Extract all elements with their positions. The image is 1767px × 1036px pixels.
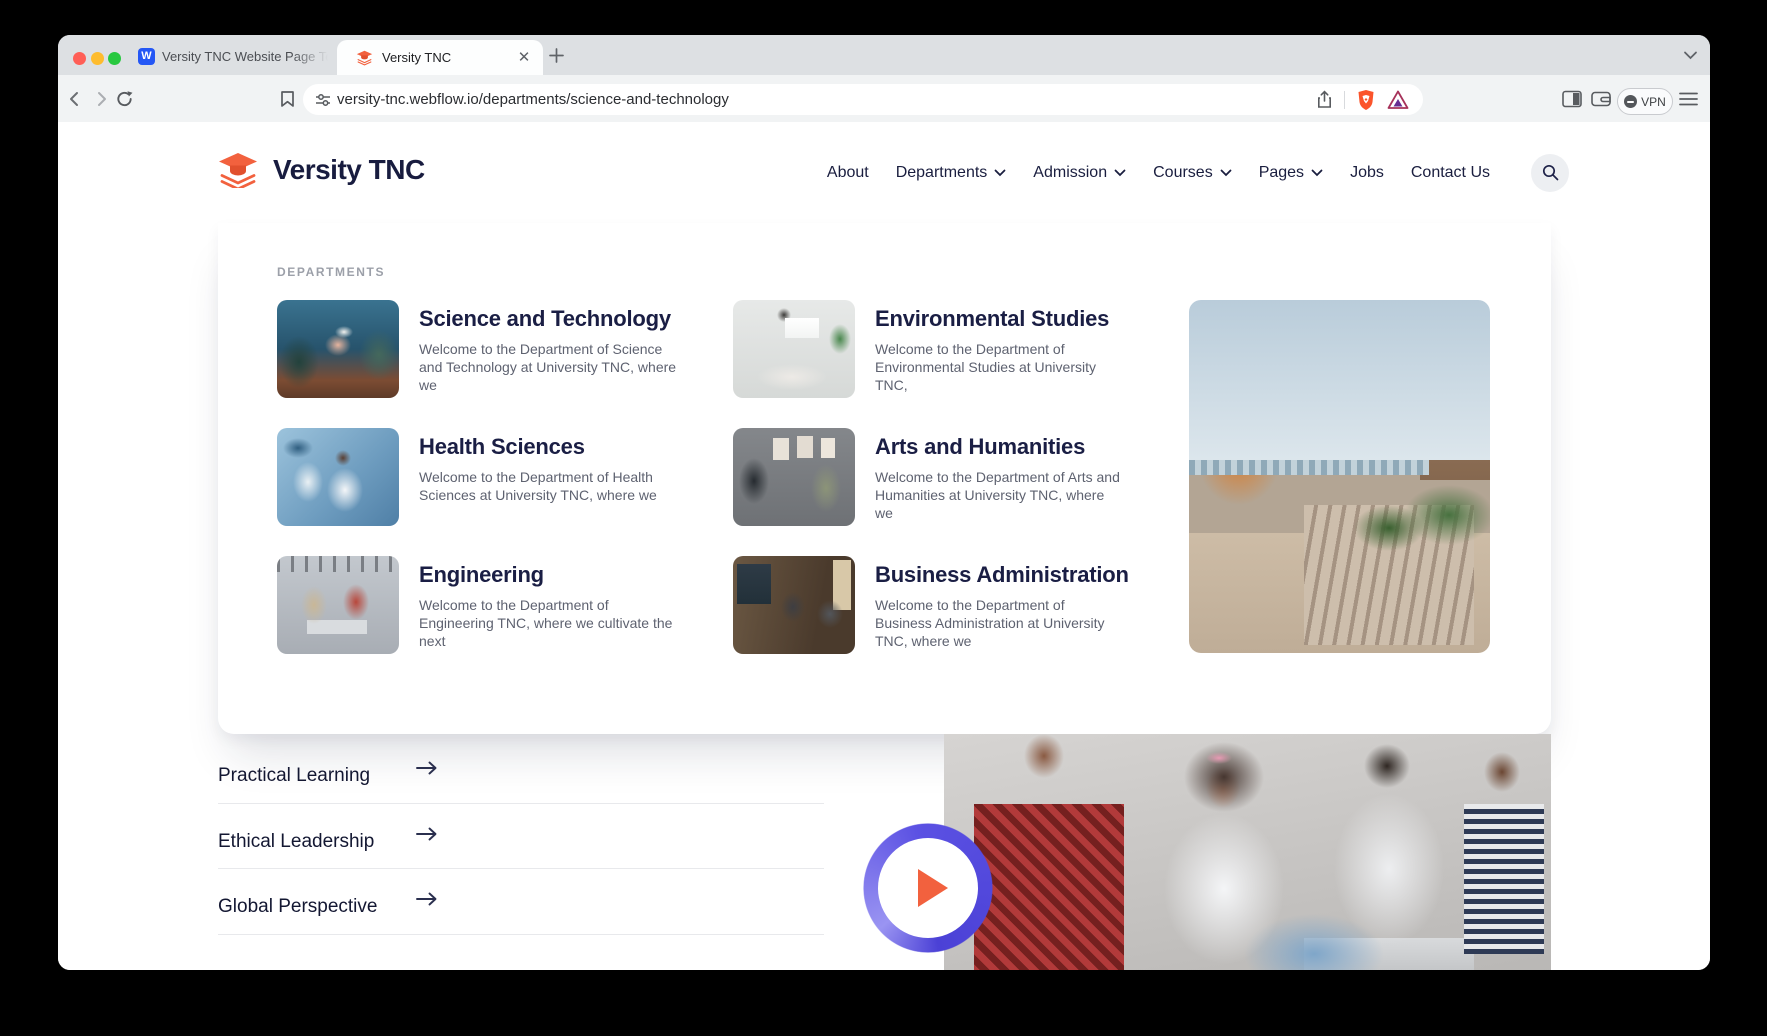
department-description: Welcome to the Department of Environment… (875, 340, 1123, 394)
dropdown-item-engineering[interactable]: Engineering Welcome to the Department of… (277, 556, 733, 654)
url-text[interactable]: versity-tnc.webflow.io/departments/scien… (337, 84, 729, 115)
macos-zoom-button[interactable] (108, 52, 121, 65)
menu-hamburger-icon[interactable] (1679, 91, 1698, 106)
nav-departments[interactable]: Departments (896, 164, 1007, 182)
nav-admission[interactable]: Admission (1033, 164, 1126, 182)
dropdown-item-science-and-technology[interactable]: Science and Technology Welcome to the De… (277, 300, 733, 398)
chevron-down-icon (994, 169, 1006, 177)
feature-row-global-perspective[interactable]: Global Perspective (218, 869, 824, 935)
toolbar-divider (1344, 91, 1345, 109)
reload-icon[interactable] (115, 89, 134, 108)
department-title: Arts and Humanities (875, 434, 1123, 460)
nav-pages[interactable]: Pages (1259, 164, 1323, 182)
site-header: Versity TNC About Departments Admission … (58, 122, 1710, 223)
main-nav: About Departments Admission Courses Page… (827, 122, 1490, 223)
search-button[interactable] (1531, 154, 1569, 192)
science-and-technology-thumbnail (277, 300, 399, 398)
bookmark-icon[interactable] (279, 89, 296, 108)
department-description: Welcome to the Department of Health Scie… (419, 468, 681, 504)
sidebar-toggle-icon[interactable] (1562, 90, 1582, 107)
department-title: Engineering (419, 562, 681, 588)
bat-icon[interactable] (1387, 90, 1409, 110)
health-sciences-thumbnail (277, 428, 399, 526)
arrow-right-icon (416, 892, 438, 906)
hero-video-image[interactable] (944, 734, 1551, 970)
arrow-right-icon (416, 827, 438, 841)
departments-grid: Science and Technology Welcome to the De… (277, 300, 1189, 654)
feature-row-ethical-leadership[interactable]: Ethical Leadership (218, 804, 824, 870)
features-list: Practical Learning Ethical Leadership Gl… (218, 738, 824, 970)
department-title: Health Sciences (419, 434, 681, 460)
search-icon (1542, 164, 1559, 181)
department-description: Welcome to the Department of Arts and Hu… (875, 468, 1123, 522)
feature-row-practical-learning[interactable]: Practical Learning (218, 738, 824, 804)
department-title: Environmental Studies (875, 306, 1123, 332)
nav-about[interactable]: About (827, 164, 869, 182)
browser-window: W Versity TNC Website Page Templ Versity… (58, 35, 1710, 970)
departments-dropdown-panel: DEPARTMENTS Science and Technology Welco… (218, 223, 1551, 734)
tab-title: Versity TNC Website Page Templ (162, 49, 328, 64)
macos-minimize-button[interactable] (91, 52, 104, 65)
business-administration-thumbnail (733, 556, 855, 654)
brand-name: Versity TNC (273, 154, 425, 186)
tab-close-icon[interactable]: ✕ (515, 49, 533, 67)
chevron-down-icon (1311, 169, 1323, 177)
browser-toolbar: versity-tnc.webflow.io/departments/scien… (58, 75, 1710, 122)
dropdown-item-arts-and-humanities[interactable]: Arts and Humanities Welcome to the Depar… (733, 428, 1189, 526)
tab-active[interactable]: Versity TNC ✕ (337, 40, 543, 75)
brave-shield-icon[interactable] (1356, 89, 1376, 111)
nav-courses[interactable]: Courses (1153, 164, 1232, 182)
tab-bar: W Versity TNC Website Page Templ Versity… (58, 35, 1710, 75)
vpn-badge[interactable]: VPN (1617, 88, 1673, 115)
arts-and-humanities-thumbnail (733, 428, 855, 526)
department-description: Welcome to the Department of Science and… (419, 340, 681, 394)
video-play-button[interactable] (878, 838, 978, 938)
webpage-viewport: Versity TNC About Departments Admission … (58, 122, 1710, 970)
vpn-label: VPN (1641, 95, 1666, 109)
department-title: Business Administration (875, 562, 1129, 588)
feature-row-innovation[interactable]: Innovation and Entrepreneurship (218, 935, 824, 971)
share-icon[interactable] (1316, 90, 1333, 109)
department-description: Welcome to the Department of Engineering… (419, 596, 681, 650)
environmental-studies-thumbnail (733, 300, 855, 398)
campus-photo (1189, 300, 1490, 653)
site-logo[interactable]: Versity TNC (218, 152, 425, 188)
screenshot-stage: W Versity TNC Website Page Templ Versity… (0, 0, 1767, 1036)
dropdown-item-health-sciences[interactable]: Health Sciences Welcome to the Departmen… (277, 428, 733, 526)
webflow-favicon-icon: W (138, 48, 155, 65)
new-tab-icon[interactable] (548, 47, 565, 64)
engineering-thumbnail (277, 556, 399, 654)
url-bar[interactable]: versity-tnc.webflow.io/departments/scien… (303, 84, 1423, 115)
back-icon[interactable] (66, 90, 84, 108)
versity-logo-icon (218, 152, 258, 188)
site-settings-tune-icon[interactable] (314, 91, 332, 109)
nav-contact-us[interactable]: Contact Us (1411, 164, 1490, 182)
department-title: Science and Technology (419, 306, 681, 332)
dropdown-item-environmental-studies[interactable]: Environmental Studies Welcome to the Dep… (733, 300, 1189, 398)
tab-search-chevron-icon[interactable] (1683, 50, 1698, 60)
department-description: Welcome to the Department of Business Ad… (875, 596, 1123, 650)
nav-jobs[interactable]: Jobs (1350, 164, 1384, 182)
play-icon (918, 869, 948, 907)
wallet-icon[interactable] (1591, 90, 1611, 107)
chevron-down-icon (1114, 169, 1126, 177)
tab-title: Versity TNC (382, 50, 515, 65)
dropdown-label: DEPARTMENTS (277, 265, 385, 279)
macos-close-button[interactable] (73, 52, 86, 65)
tab-inactive[interactable]: W Versity TNC Website Page Templ (138, 43, 328, 69)
arrow-right-icon (416, 761, 438, 775)
chevron-down-icon (1220, 169, 1232, 177)
forward-icon[interactable] (92, 90, 110, 108)
versity-favicon-icon (356, 49, 373, 66)
dropdown-item-business-administration[interactable]: Business Administration Welcome to the D… (733, 556, 1189, 654)
vpn-status-icon (1624, 95, 1637, 108)
